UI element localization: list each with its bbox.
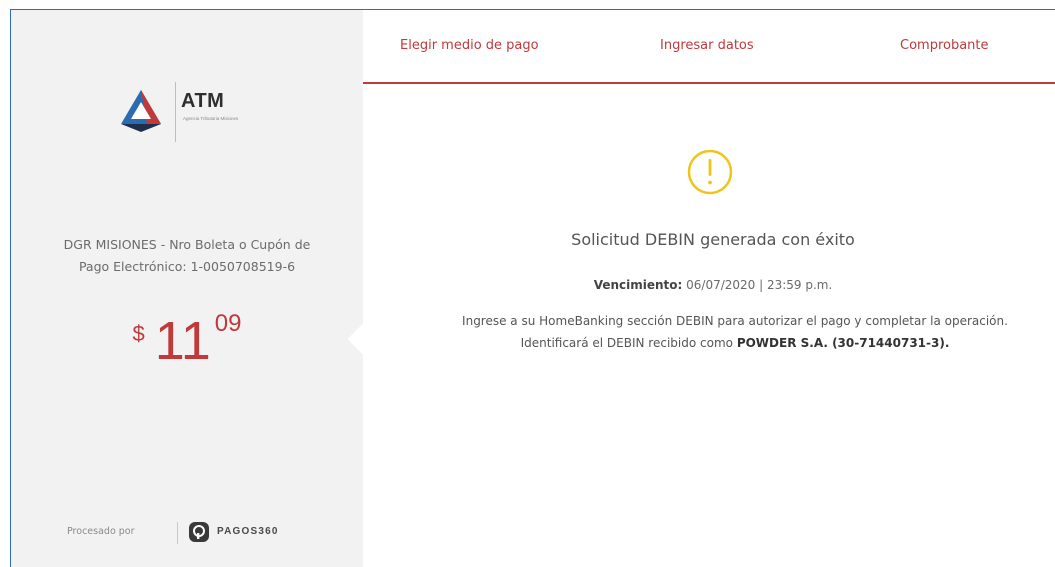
payment-concept: DGR MISIONES - Nro Boleta o Cupón de Pag… (11, 234, 363, 278)
due-value: 06/07/2020 | 23:59 p.m. (686, 278, 833, 292)
brand-subtitle: Agencia Tributaria Misiones (183, 116, 239, 121)
payment-content-panel: Elegir medio de pago Ingresar datos Comp… (363, 10, 1055, 567)
result-title: Solicitud DEBIN generada con éxito (571, 230, 855, 249)
amount-currency: $ (132, 321, 145, 346)
amount-decimal: 09 (214, 310, 242, 337)
footer-divider (177, 522, 178, 544)
payment-amount: $11 09 (11, 310, 363, 371)
payment-summary-panel: ATM Agencia Tributaria Misiones DGR MISI… (11, 10, 363, 567)
brand-name: ATM (181, 90, 225, 112)
processed-by-label: Procesado por (67, 526, 135, 537)
processor-footer: Procesado por PAGOS360 (67, 518, 327, 548)
instructions-line-2: Identificará el DEBIN recibido como POWD… (375, 332, 1055, 354)
debin-instructions: Ingrese a su HomeBanking sección DEBIN p… (375, 310, 1055, 354)
processor-name: PAGOS360 (217, 526, 279, 537)
concept-line-2: Pago Electrónico: 1-0050708519-6 (78, 259, 296, 274)
amount-integer: 11 (154, 311, 211, 371)
tab-ingresar-datos[interactable]: Ingresar datos (660, 38, 754, 53)
pagos360-icon (189, 522, 209, 542)
debin-recipient: POWDER S.A. (30-71440731-3). (736, 336, 950, 350)
warning-icon (687, 149, 733, 195)
concept-line-1: DGR MISIONES - Nro Boleta o Cupón de (63, 237, 311, 252)
logo-divider (175, 82, 176, 142)
atm-logo-icon (121, 90, 161, 132)
instructions-line-2-prefix: Identificará el DEBIN recibido como (520, 336, 733, 350)
tab-elegir-medio-de-pago[interactable]: Elegir medio de pago (400, 38, 539, 53)
due-label: Vencimiento: (593, 278, 683, 292)
atm-logo: ATM Agencia Tributaria Misiones (117, 80, 267, 160)
due-date: Vencimiento: 06/07/2020 | 23:59 p.m. (363, 278, 1055, 292)
payment-frame: ATM Agencia Tributaria Misiones DGR MISI… (10, 9, 1055, 567)
step-tabs: Elegir medio de pago Ingresar datos Comp… (363, 10, 1055, 84)
tab-comprobante[interactable]: Comprobante (900, 38, 989, 53)
instructions-line-1: Ingrese a su HomeBanking sección DEBIN p… (462, 314, 1008, 328)
